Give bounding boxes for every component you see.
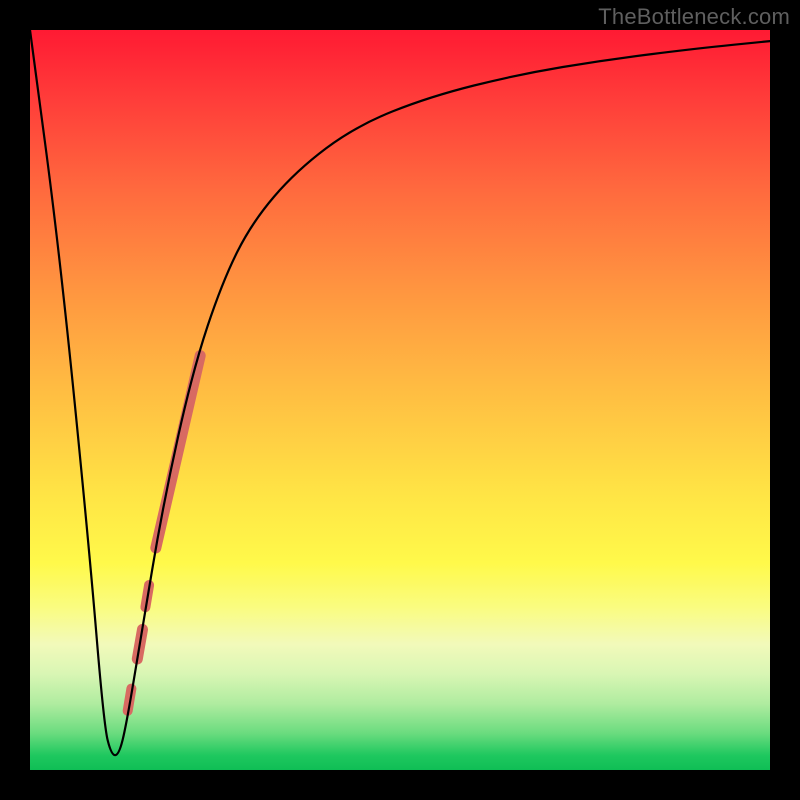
seg-long: [156, 356, 200, 548]
chart-frame: TheBottleneck.com: [0, 0, 800, 800]
curve-layer: [30, 30, 770, 770]
plot-area: [30, 30, 770, 770]
watermark-logo: TheBottleneck.com: [598, 4, 790, 30]
